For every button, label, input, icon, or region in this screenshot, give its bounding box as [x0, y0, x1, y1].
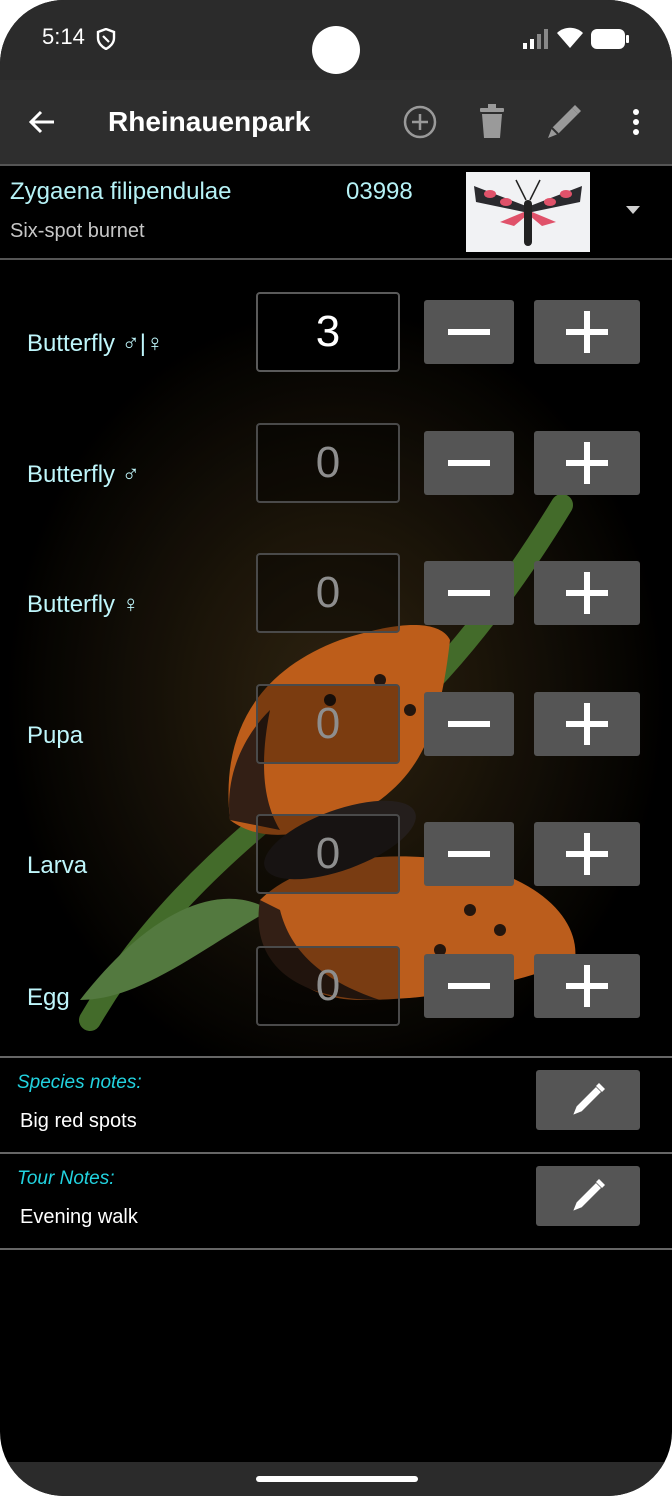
species-notes-text: Big red spots	[20, 1110, 137, 1132]
navigation-bar	[0, 1462, 672, 1496]
phone-screen: 5:14 Rheinauenpark Zygaena filipendulae …	[0, 0, 672, 1496]
count-input[interactable]: 3	[256, 292, 400, 372]
counter-label: Butterfly ♂|♀	[27, 330, 164, 357]
decrement-button[interactable]	[424, 822, 514, 886]
increment-button[interactable]	[534, 561, 640, 625]
counter-row: Butterfly ♂ 0	[0, 423, 672, 523]
count-input[interactable]: 0	[256, 814, 400, 894]
species-notes-title: Species notes:	[17, 1072, 142, 1093]
species-dropdown-icon[interactable]	[626, 206, 640, 214]
increment-button[interactable]	[534, 692, 640, 756]
plus-icon	[566, 965, 608, 1007]
shield-icon	[96, 28, 116, 50]
camera-cutout	[312, 26, 360, 74]
count-input[interactable]: 0	[256, 553, 400, 633]
increment-button[interactable]	[534, 431, 640, 495]
counter-row: Egg 0	[0, 946, 672, 1046]
minus-icon	[448, 851, 490, 857]
edit-species-notes-button[interactable]	[536, 1070, 640, 1130]
status-time: 5:14	[42, 24, 85, 49]
battery-icon	[591, 29, 629, 49]
page-title: Rheinauenpark	[108, 106, 311, 137]
minus-icon	[448, 721, 490, 727]
count-input[interactable]: 0	[256, 423, 400, 503]
plus-icon	[566, 572, 608, 614]
pencil-icon	[570, 1083, 605, 1118]
edit-tour-notes-button[interactable]	[536, 1166, 640, 1226]
counter-row: Larva 0	[0, 814, 672, 914]
plus-icon	[566, 703, 608, 745]
counter-label: Butterfly ♀	[27, 591, 140, 618]
decrement-button[interactable]	[424, 561, 514, 625]
back-arrow-icon[interactable]	[22, 102, 62, 142]
counter-label: Pupa	[27, 722, 84, 749]
species-common-name: Six-spot burnet	[10, 220, 145, 242]
decrement-button[interactable]	[424, 431, 514, 495]
status-bar: 5:14	[0, 0, 672, 80]
add-circle-icon[interactable]	[400, 102, 440, 142]
counter-panel: Butterfly ♂|♀ 3 Butterfly ♂ 0 Butterfly …	[0, 260, 672, 1056]
wifi-icon	[557, 27, 583, 48]
pencil-icon	[570, 1179, 605, 1214]
decrement-button[interactable]	[424, 954, 514, 1018]
increment-button[interactable]	[534, 822, 640, 886]
count-input[interactable]: 0	[256, 684, 400, 764]
species-notes-section: Species notes: Big red spots	[0, 1056, 672, 1152]
pencil-icon[interactable]	[544, 102, 584, 142]
species-code: 03998	[346, 178, 413, 205]
counter-row: Butterfly ♂|♀ 3	[0, 292, 672, 392]
counter-label: Larva	[27, 852, 88, 879]
minus-icon	[448, 329, 490, 335]
divider	[0, 1248, 672, 1250]
tour-notes-section: Tour Notes: Evening walk	[0, 1152, 672, 1248]
trash-icon[interactable]	[472, 102, 512, 142]
counter-label: Butterfly ♂	[27, 461, 140, 488]
plus-icon	[566, 442, 608, 484]
species-thumbnail	[466, 172, 590, 252]
species-header[interactable]: Zygaena filipendulae 03998 Six-spot burn…	[0, 166, 672, 260]
plus-icon	[566, 311, 608, 353]
tour-notes-title: Tour Notes:	[17, 1168, 115, 1189]
counter-row: Pupa 0	[0, 684, 672, 784]
minus-icon	[448, 590, 490, 596]
plus-icon	[566, 833, 608, 875]
decrement-button[interactable]	[424, 692, 514, 756]
home-indicator[interactable]	[256, 1476, 418, 1482]
tour-notes-text: Evening walk	[20, 1206, 138, 1228]
increment-button[interactable]	[534, 954, 640, 1018]
species-scientific-name: Zygaena filipendulae	[10, 178, 232, 205]
minus-icon	[448, 983, 490, 989]
count-input[interactable]: 0	[256, 946, 400, 1026]
counter-row: Butterfly ♀ 0	[0, 553, 672, 653]
more-vert-icon[interactable]	[616, 102, 656, 142]
increment-button[interactable]	[534, 300, 640, 364]
decrement-button[interactable]	[424, 300, 514, 364]
minus-icon	[448, 460, 490, 466]
app-bar: Rheinauenpark	[0, 80, 672, 166]
signal-icon	[523, 29, 548, 49]
counter-label: Egg	[27, 984, 70, 1011]
